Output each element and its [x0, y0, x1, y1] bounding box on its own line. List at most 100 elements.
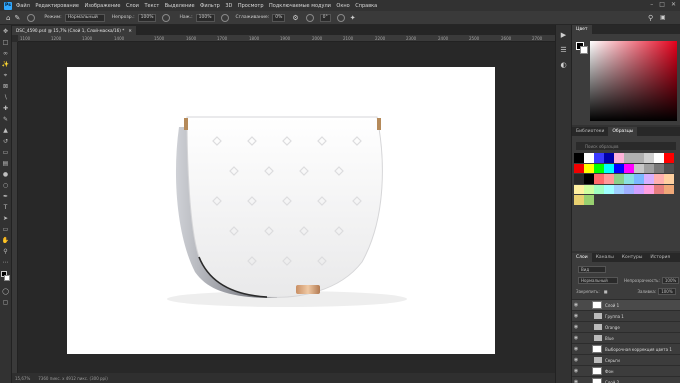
layer-row[interactable]: ◉ Слой 2 — [572, 376, 680, 383]
layer-row[interactable]: ◉ Серьги — [572, 354, 680, 365]
quick-mask-icon[interactable]: ◯ — [2, 288, 10, 296]
swatch[interactable] — [604, 174, 614, 184]
swatch[interactable] — [654, 184, 664, 194]
swatch[interactable] — [594, 174, 604, 184]
smooth-field[interactable]: 0% — [272, 13, 286, 22]
swatch[interactable] — [574, 195, 584, 205]
maximize-icon[interactable]: □ — [659, 1, 665, 8]
menu-view[interactable]: Просмотр — [238, 3, 264, 9]
lasso-tool-icon[interactable]: ∞ — [2, 50, 10, 58]
background-swatch[interactable] — [4, 275, 10, 281]
angle-icon[interactable] — [305, 13, 314, 22]
swatch[interactable] — [584, 184, 594, 194]
layer-row[interactable]: ◉ Группа 1 — [572, 310, 680, 321]
gear-icon[interactable]: ⚙ — [292, 14, 298, 22]
tab-channels[interactable]: Каналы — [592, 253, 618, 262]
swatch[interactable] — [574, 153, 584, 163]
visibility-eye-icon[interactable]: ◉ — [572, 346, 580, 352]
swatch[interactable] — [594, 184, 604, 194]
menu-3d[interactable]: 3D — [225, 3, 232, 9]
tab-layers[interactable]: Слои — [572, 253, 592, 262]
swatch[interactable] — [664, 184, 674, 194]
crop-tool-icon[interactable]: ⌖ — [2, 72, 10, 80]
swatch[interactable] — [664, 174, 674, 184]
swatch[interactable] — [654, 163, 664, 173]
swatch[interactable] — [634, 163, 644, 173]
visibility-eye-icon[interactable]: ◉ — [572, 379, 580, 383]
search-icon[interactable]: ⚲ — [648, 14, 653, 22]
swatch[interactable] — [614, 184, 624, 194]
close-icon[interactable]: ✕ — [671, 1, 676, 8]
document-canvas[interactable] — [67, 67, 495, 354]
brush-preset-icon[interactable] — [27, 13, 36, 22]
lock-icon[interactable]: ■ — [604, 289, 608, 294]
visibility-eye-icon[interactable]: ◉ — [572, 302, 580, 308]
stamp-tool-icon[interactable]: ▲ — [2, 127, 10, 135]
visibility-eye-icon[interactable]: ◉ — [572, 324, 580, 330]
swatch[interactable] — [594, 153, 604, 163]
mode-select[interactable]: Нормальный — [64, 13, 105, 22]
blur-tool-icon[interactable]: ● — [2, 171, 10, 179]
frame-tool-icon[interactable]: ⊠ — [2, 83, 10, 91]
menu-window[interactable]: Окно — [336, 3, 349, 9]
layer-opacity-field[interactable]: 100% — [661, 277, 680, 284]
fill-field[interactable]: 100% — [658, 288, 676, 295]
angle-field[interactable]: 0° — [319, 13, 331, 22]
marquee-tool-icon[interactable]: □ — [2, 39, 10, 47]
blend-mode-select[interactable]: Нормальный — [578, 277, 618, 284]
swatch[interactable] — [574, 163, 584, 173]
menu-plugins[interactable]: Подключаемые модули — [269, 3, 331, 9]
workspace-icon[interactable]: ▣ — [660, 14, 666, 21]
airbrush-icon[interactable] — [220, 13, 229, 22]
swatch[interactable] — [584, 195, 594, 205]
tab-paths[interactable]: Контуры — [618, 253, 647, 262]
layer-kind-select[interactable]: Вид — [578, 266, 606, 273]
more-tools-icon[interactable]: ⋯ — [2, 259, 10, 267]
move-tool-icon[interactable]: ✥ — [2, 28, 10, 36]
pressure-size-icon[interactable] — [336, 13, 345, 22]
swatch[interactable] — [594, 163, 604, 173]
brush-tool-icon[interactable]: ✎ — [14, 14, 20, 22]
menu-layers[interactable]: Слои — [126, 3, 139, 9]
pressure-opacity-icon[interactable] — [162, 13, 171, 22]
swatch[interactable] — [634, 153, 644, 163]
swatch[interactable] — [644, 163, 654, 173]
flow-field[interactable]: 100% — [195, 13, 215, 22]
menu-help[interactable]: Справка — [355, 3, 377, 9]
swatch[interactable] — [614, 163, 624, 173]
background-color[interactable] — [580, 46, 588, 54]
swatch[interactable] — [664, 153, 674, 163]
menu-edit[interactable]: Редактирование — [35, 3, 79, 9]
swatch[interactable] — [654, 174, 664, 184]
swatch[interactable] — [624, 163, 634, 173]
swatch[interactable] — [634, 174, 644, 184]
swatch[interactable] — [644, 153, 654, 163]
adjustments-panel-icon[interactable]: ◐ — [559, 61, 568, 70]
history-brush-icon[interactable]: ↺ — [2, 138, 10, 146]
swatch[interactable] — [584, 153, 594, 163]
tab-libraries[interactable]: Библиотеки — [572, 127, 608, 136]
minimize-icon[interactable]: – — [650, 1, 653, 8]
pen-tool-icon[interactable]: ✒ — [2, 193, 10, 201]
shape-tool-icon[interactable]: ▭ — [2, 226, 10, 234]
hand-tool-icon[interactable]: ✋ — [2, 237, 10, 245]
swatch[interactable] — [624, 184, 634, 194]
swatch[interactable] — [574, 184, 584, 194]
layer-row[interactable]: ◉ Orange — [572, 321, 680, 332]
swatch[interactable] — [604, 163, 614, 173]
zoom-level[interactable]: 15,67% — [15, 376, 30, 381]
properties-panel-icon[interactable]: ☰ — [559, 46, 568, 55]
menu-image[interactable]: Изображение — [84, 3, 120, 9]
visibility-eye-icon[interactable]: ◉ — [572, 368, 580, 374]
swatch[interactable] — [654, 153, 664, 163]
history-panel-icon[interactable]: ▶ — [559, 31, 568, 40]
swatch[interactable] — [664, 163, 674, 173]
path-select-tool-icon[interactable]: ➤ — [2, 215, 10, 223]
quick-select-tool-icon[interactable]: ✨ — [2, 61, 10, 69]
tab-history[interactable]: История — [646, 253, 674, 262]
close-tab-icon[interactable]: ✕ — [128, 28, 132, 33]
tab-color[interactable]: Цвет — [572, 25, 592, 34]
brush-tool-side-icon[interactable]: ✎ — [2, 116, 10, 124]
opacity-field[interactable]: 100% — [137, 13, 157, 22]
visibility-eye-icon[interactable]: ◉ — [572, 313, 580, 319]
